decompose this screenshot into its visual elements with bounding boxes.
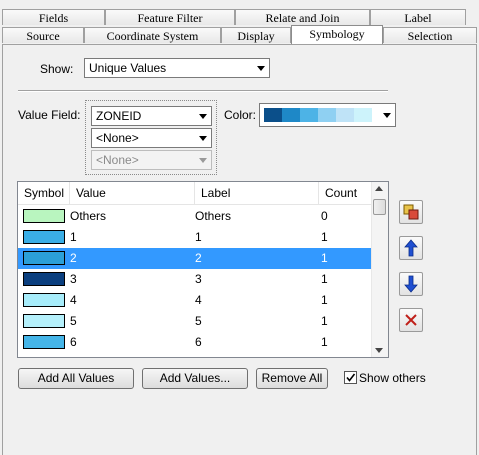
checkmark-icon [346, 373, 356, 382]
chevron-down-icon [195, 107, 211, 125]
move-down-button[interactable] [399, 272, 423, 296]
ramp-color-2 [300, 108, 318, 122]
cell-value: 6 [70, 335, 77, 349]
chevron-down-icon [379, 104, 395, 126]
remove-button[interactable] [399, 308, 423, 332]
color-label: Color: [224, 108, 257, 122]
properties-button[interactable] [399, 200, 423, 224]
tab-label[interactable]: Label [370, 9, 466, 25]
tab-relate-and-join[interactable]: Relate and Join [235, 9, 370, 25]
tab-coordinate-system[interactable]: Coordinate System [84, 27, 221, 43]
tab-display[interactable]: Display [221, 27, 291, 43]
table-row[interactable]: 4 4 1 [18, 290, 372, 311]
symbol-swatch[interactable] [23, 209, 65, 223]
show-select-value: Unique Values [89, 61, 167, 75]
tab-row-back: Fields Feature Filter Relate and Join La… [0, 9, 479, 26]
table-row[interactable]: 1 1 1 [18, 227, 372, 248]
chevron-down-icon [253, 59, 269, 77]
header-value[interactable]: Value [70, 182, 195, 204]
cell-value: 5 [70, 314, 77, 328]
ramp-color-4 [336, 108, 354, 122]
value-field-label: Value Field: [18, 108, 81, 122]
table-row[interactable]: Others Others 0 [18, 206, 372, 227]
value-field-3-select: <None> [91, 150, 212, 170]
symbol-swatch[interactable] [23, 335, 65, 349]
ramp-color-0 [264, 108, 282, 122]
cell-count: 0 [321, 209, 328, 223]
arrow-up-icon [404, 239, 418, 257]
header-count[interactable]: Count [319, 182, 374, 204]
color-ramp-select[interactable] [259, 103, 396, 127]
ramp-color-3 [318, 108, 336, 122]
close-icon [405, 314, 417, 326]
value-field-1-select[interactable]: ZONEID [91, 106, 212, 126]
cell-label: 1 [195, 230, 202, 244]
table-header: Symbol Value Label Count [18, 182, 374, 205]
symbol-swatch[interactable] [23, 230, 65, 244]
cell-label: Others [195, 209, 232, 223]
symbol-swatch[interactable] [23, 314, 65, 328]
header-label[interactable]: Label [195, 182, 319, 204]
cell-count: 1 [321, 251, 328, 265]
tab-fields[interactable]: Fields [2, 9, 105, 25]
chevron-down-icon [195, 129, 211, 147]
remove-all-button[interactable]: Remove All [256, 368, 328, 389]
color-ramp [264, 108, 372, 122]
cell-value: 2 [70, 251, 77, 265]
show-label: Show: [40, 62, 74, 76]
cell-label: 6 [195, 335, 202, 349]
show-select[interactable]: Unique Values [84, 58, 270, 78]
table-row[interactable]: 5 5 1 [18, 311, 372, 332]
cell-count: 1 [321, 314, 328, 328]
show-others-label[interactable]: Show others [359, 371, 426, 385]
value-field-3-value: <None> [96, 153, 139, 167]
tab-source[interactable]: Source [2, 27, 84, 43]
cell-label: 2 [195, 251, 202, 265]
add-all-values-button[interactable]: Add All Values [18, 368, 134, 389]
tab-selection[interactable]: Selection [383, 27, 477, 43]
cell-label: 5 [195, 314, 202, 328]
ramp-color-1 [282, 108, 300, 122]
symbol-swatch[interactable] [23, 293, 65, 307]
show-others-checkbox[interactable] [344, 371, 357, 384]
cell-label: 4 [195, 293, 202, 307]
chevron-down-icon [195, 151, 211, 169]
symbol-swatch[interactable] [23, 272, 65, 286]
cell-value: 1 [70, 230, 77, 244]
separator [18, 90, 388, 92]
add-values-button[interactable]: Add Values... [142, 368, 248, 389]
table-row[interactable]: 2 2 1 [18, 248, 372, 269]
cell-count: 1 [321, 335, 328, 349]
arrow-down-icon [404, 275, 418, 293]
cell-label: 3 [195, 272, 202, 286]
table-row[interactable]: 3 3 1 [18, 269, 372, 290]
tab-feature-filter[interactable]: Feature Filter [105, 9, 235, 25]
scroll-down-icon[interactable] [375, 348, 383, 353]
cell-value: 4 [70, 293, 77, 307]
cell-count: 1 [321, 230, 328, 244]
cell-count: 1 [321, 272, 328, 286]
cell-value: 3 [70, 272, 77, 286]
symbol-properties-icon [403, 204, 419, 220]
move-up-button[interactable] [399, 236, 423, 260]
cell-value: Others [70, 209, 107, 223]
symbol-swatch[interactable] [23, 251, 65, 265]
tab-symbology[interactable]: Symbology [291, 25, 383, 44]
scroll-thumb[interactable] [373, 199, 386, 215]
value-field-2-select[interactable]: <None> [91, 128, 212, 148]
value-field-2-value: <None> [96, 131, 139, 145]
tab-row-front: Source Coordinate System Display Symbolo… [0, 25, 479, 44]
scroll-up-icon[interactable] [375, 186, 383, 191]
value-field-1-value: ZONEID [96, 109, 142, 123]
unique-values-table[interactable]: Symbol Value Label Count Others Others 0 1 1… [17, 181, 389, 358]
vertical-scrollbar[interactable] [371, 182, 388, 357]
header-symbol[interactable]: Symbol [18, 182, 70, 204]
cell-count: 1 [321, 293, 328, 307]
table-row[interactable]: 6 6 1 [18, 332, 372, 353]
ramp-color-5 [354, 108, 372, 122]
